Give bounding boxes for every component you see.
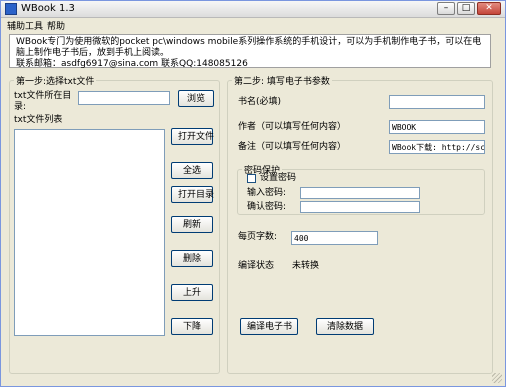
author-input[interactable]: WBOOK [389,120,485,134]
per-page-input[interactable]: 400 [291,231,378,245]
author-label: 作者（可以填写任何内容） [238,122,347,132]
clear-button[interactable]: 清除数据 [316,318,374,335]
set-password-label: 设置密码 [260,173,297,183]
app-icon [5,3,17,15]
input-password-field[interactable] [300,187,420,199]
book-name-label: 书名(必填) [238,97,282,107]
resize-grip[interactable] [492,373,502,383]
minimize-icon[interactable]: – [437,2,455,15]
move-up-button[interactable]: 上升 [171,284,213,301]
menu-tools[interactable]: 辅助工具 [7,19,43,32]
step1-legend: 第一步:选择txt文件 [16,77,95,87]
confirm-password-field[interactable] [300,201,420,213]
close-icon[interactable]: ✕ [477,2,501,15]
file-list-label: txt文件列表 [14,115,63,125]
dir-input[interactable] [78,91,170,105]
move-down-button[interactable]: 下降 [171,318,213,335]
dir-label: txt文件所在目录: [14,91,72,112]
open-dir-button[interactable]: 打开目录 [171,186,214,203]
file-list[interactable] [14,129,165,336]
open-file-button[interactable]: 打开文件 [171,128,214,145]
step2-legend: 第二步: 填写电子书参数 [234,77,330,87]
status-label: 编译状态 [238,261,275,271]
delete-button[interactable]: 删除 [171,250,213,267]
title-bar[interactable]: WBook 1.3 – □ ✕ [1,1,505,18]
select-all-button[interactable]: 全选 [171,162,213,179]
refresh-button[interactable]: 刷新 [171,216,213,233]
window-title: WBook 1.3 [21,3,75,14]
input-password-label: 输入密码: [247,188,287,198]
remark-label: 备注（可以填写任何内容） [238,142,347,152]
status-value: 未转换 [292,261,320,271]
remark-input[interactable]: WBook下载: http://sc [389,140,485,154]
per-page-label: 每页字数: [238,232,278,242]
menu-help[interactable]: 帮助 [47,19,65,32]
set-password-checkbox[interactable] [247,174,256,183]
book-name-input[interactable] [389,95,485,109]
compile-button[interactable]: 编译电子书 [240,318,298,335]
confirm-password-label: 确认密码: [247,202,287,212]
app-window: WBook 1.3 – □ ✕ 辅助工具 帮助 WBook专门为使用微软的poc… [0,0,506,387]
menu-bar: 辅助工具 帮助 [1,18,505,32]
browse-button[interactable]: 浏览 [178,90,214,107]
info-text: WBook专门为使用微软的pocket pc\windows mobile系列操… [9,34,491,69]
maximize-icon[interactable]: □ [457,2,475,15]
